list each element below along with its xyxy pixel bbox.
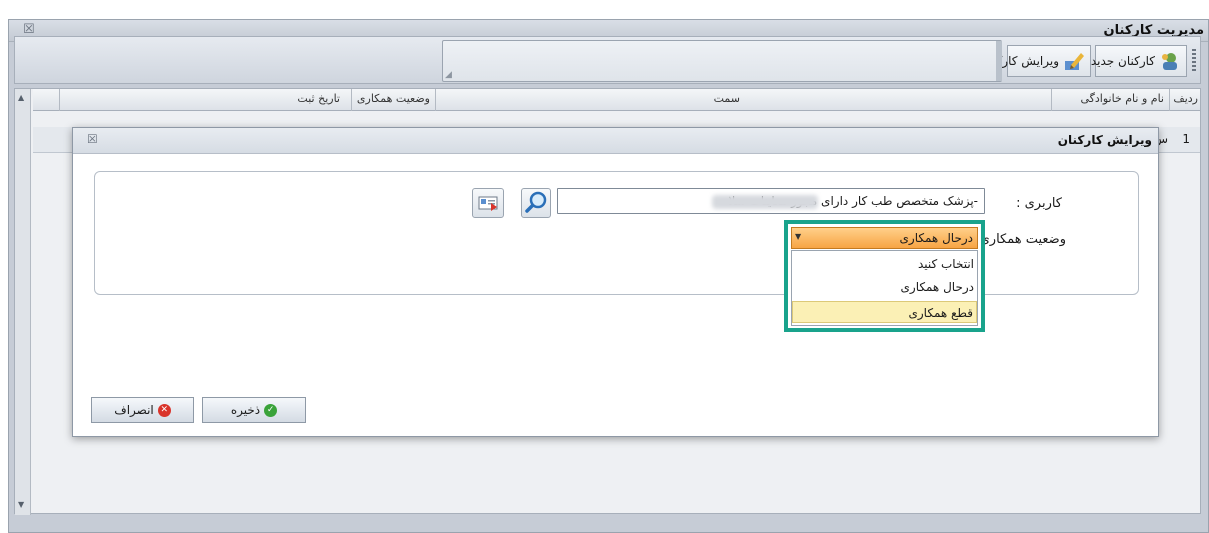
grid-header: ردیف نام و نام خانوادگی سمت وضعیت همکاری… (33, 89, 1200, 111)
column-header-row-number[interactable]: ردیف (1173, 92, 1198, 105)
user-field-label: کاربری : (1016, 196, 1062, 211)
user-field[interactable]: -پزشک متخصص طب کار دارای مجوز معاینات سل… (557, 188, 985, 214)
status-dropdown-highlight: ▼ درحال همکاری انتخاب کنید درحال همکاری … (784, 220, 985, 332)
cancel-icon: ✕ (157, 403, 171, 417)
column-header-date[interactable]: تاریخ ثبت (297, 92, 340, 105)
save-button[interactable]: ✓ ذخیره (202, 397, 306, 423)
pencil-edit-icon (1063, 51, 1085, 71)
row-number-cell: 1 (1182, 132, 1190, 146)
new-staff-button[interactable]: کارکنان جدید (1091, 45, 1187, 77)
user-card-button[interactable] (472, 188, 504, 218)
dialog-title: ویرایش کارکنان (1057, 133, 1152, 147)
id-card-icon (478, 196, 498, 211)
new-staff-label: کارکنان جدید (1090, 54, 1155, 68)
edit-staff-button[interactable]: ویرایش کارکنان (980, 45, 1091, 77)
status-field-label: وضعیت همکاری : (971, 232, 1066, 247)
redacted-name (712, 195, 818, 209)
chevron-down-icon[interactable]: ▼ (795, 232, 801, 241)
magnifier-icon (525, 191, 547, 213)
dialog-close-icon[interactable]: ☒ (87, 132, 98, 146)
status-combobox[interactable]: ▼ درحال همکاری (791, 227, 978, 249)
status-options-list: انتخاب کنید درحال همکاری قطع همکاری (791, 250, 978, 326)
column-divider (435, 89, 436, 111)
window-close-icon[interactable]: ☒ (23, 22, 35, 37)
save-label: ذخیره (230, 403, 261, 417)
cancel-label: انصراف (114, 403, 154, 417)
status-selected-value: درحال همکاری (899, 231, 973, 245)
user-search-button[interactable] (521, 188, 551, 218)
status-option-active[interactable]: درحال همکاری (792, 276, 977, 298)
column-header-status[interactable]: وضعیت همکاری (357, 92, 430, 105)
toolbar-grip-handle[interactable] (1192, 49, 1196, 71)
scroll-up-icon[interactable]: ▲ (18, 93, 24, 102)
column-header-position[interactable]: سمت (714, 92, 740, 105)
scroll-down-icon[interactable]: ▼ (18, 500, 24, 509)
cancel-button[interactable]: ✕ انصراف (91, 397, 194, 423)
vertical-scrollbar[interactable]: ▲ ▼ (15, 89, 31, 515)
status-option-select[interactable]: انتخاب کنید (792, 253, 977, 275)
status-option-terminated[interactable]: قطع همکاری (792, 301, 977, 323)
resize-grip-icon[interactable]: ◢ (445, 70, 452, 80)
edit-staff-dialog: ☒ ویرایش کارکنان کاربری : وضعیت همکاری :… (72, 127, 1159, 437)
column-divider (1051, 89, 1052, 111)
column-header-name[interactable]: نام و نام خانوادگی (1080, 92, 1164, 105)
search-box-edge (996, 41, 1002, 81)
check-icon: ✓ (264, 403, 278, 417)
toolbar-search-box[interactable]: ◢ (442, 40, 1002, 82)
add-user-icon (1159, 51, 1181, 71)
column-divider (1169, 89, 1170, 111)
toolbar: کارکنان جدید ویرایش کارکنان ◢ (14, 36, 1201, 84)
column-divider (351, 89, 352, 111)
dialog-titlebar: ☒ ویرایش کارکنان (73, 128, 1158, 154)
column-divider (59, 89, 60, 111)
